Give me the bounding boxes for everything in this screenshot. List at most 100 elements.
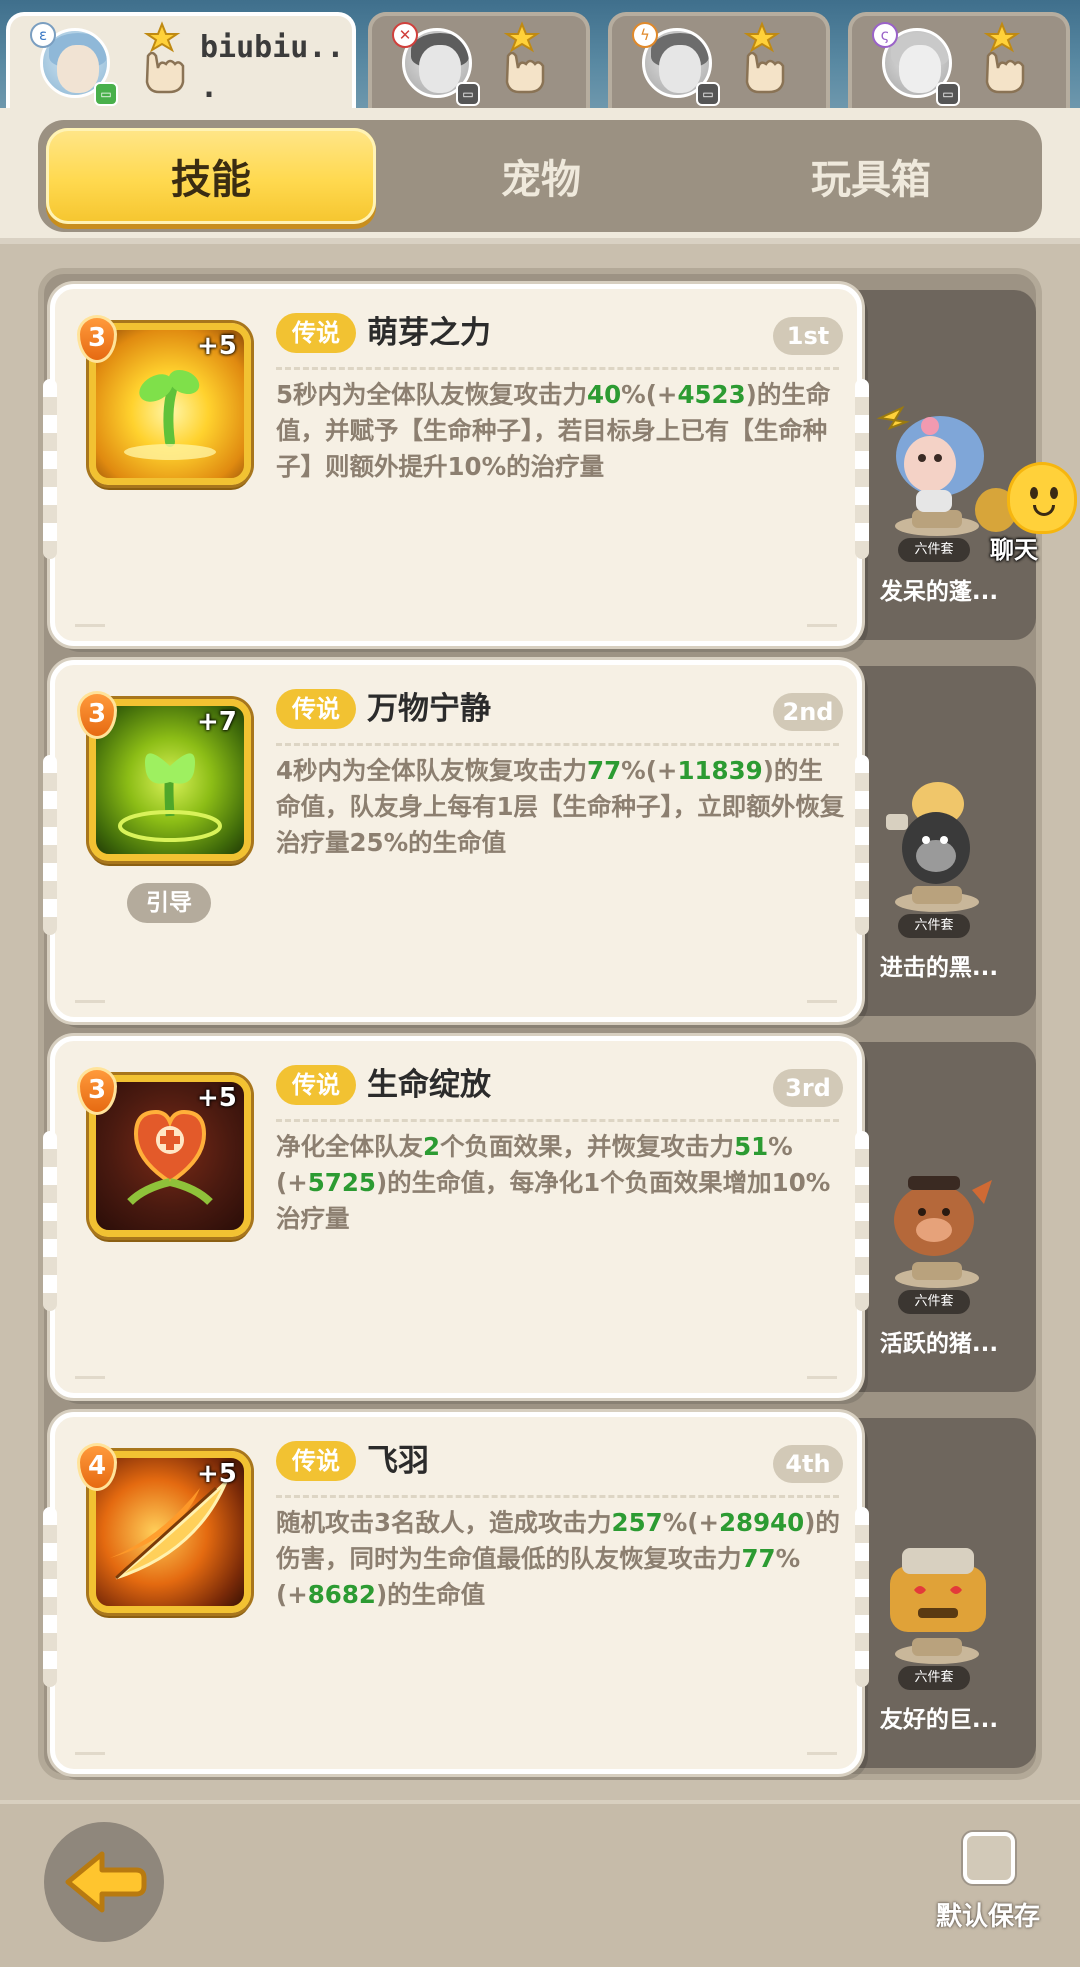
skill-card[interactable]: 4 +5 传说 飞羽 4th 随机攻击3名敌人，造成攻击力257%(+28940… xyxy=(43,1412,869,1774)
bottom-bar: 默认保存 xyxy=(0,1800,1080,1967)
rarity-tag: 传说 xyxy=(276,1065,356,1105)
divider xyxy=(276,743,839,746)
skill-title: 飞羽 xyxy=(367,1443,429,1479)
controller-icon: ▭ xyxy=(456,82,480,106)
divider xyxy=(276,367,839,370)
rank-badge: 1st xyxy=(773,317,843,355)
rank-badge: 2nd xyxy=(773,693,843,731)
skill-description: 随机攻击3名敌人，造成攻击力257%(+28940)的伤害，同时为生命值最低的队… xyxy=(276,1505,846,1613)
rarity-tag: 传说 xyxy=(276,1441,356,1481)
card-corner-deco xyxy=(807,609,837,627)
character-tab-3[interactable]: ϟ ▭ xyxy=(608,12,830,110)
character-name: biubiu.. . xyxy=(200,30,345,105)
skill-card[interactable]: 3 +7 引导 传说 万物宁静 2nd 4秒内为全体队友恢复攻击力77%(+11… xyxy=(43,660,869,1022)
chat-label[interactable]: 聊天 xyxy=(990,530,1038,565)
default-save-label: 默认保存 xyxy=(936,1902,1041,1932)
skill-card[interactable]: 3 +5 传说 萌芽之力 1st 5秒内为全体队友恢复攻击力40%(+4523)… xyxy=(43,284,869,646)
tab-pets[interactable]: 宠物 xyxy=(376,128,706,224)
skill-description: 5秒内为全体队友恢复攻击力40%(+4523)的生命值，并赋予【生命种子】，若目… xyxy=(276,377,846,485)
description-text: %(+ xyxy=(621,756,678,785)
character-tab-4[interactable]: ς ▭ xyxy=(848,12,1070,110)
skill-row: 六件套 活跃的猪... 3 +5 传说 生命绽放 3rd 净化全体队友2个负面效… xyxy=(43,1036,1036,1398)
pet-name: 友好的巨... xyxy=(879,1707,999,1733)
role-icon: ς xyxy=(872,22,898,48)
pet-name: 活跃的猪... xyxy=(879,1331,999,1357)
rank-badge: 3rd xyxy=(773,1069,843,1107)
value-highlight: 28940 xyxy=(718,1508,805,1537)
tap-hand-icon xyxy=(983,21,1025,94)
value-highlight: 8682 xyxy=(307,1580,376,1609)
value-highlight: 4523 xyxy=(677,380,746,409)
tap-hand-icon xyxy=(143,21,185,94)
description-text: 随机攻击3名敌人，造成攻击力 xyxy=(276,1508,612,1537)
set-tag: 六件套 xyxy=(898,914,970,938)
set-tag: 六件套 xyxy=(898,1666,970,1690)
skill-row: 六件套 进击的黑... 3 +7 引导 传说 万物宁静 2nd 4秒内为全体队友… xyxy=(43,660,1036,1022)
skill-card[interactable]: 3 +5 传说 生命绽放 3rd 净化全体队友2个负面效果，并恢复攻击力51%(… xyxy=(43,1036,869,1398)
back-button[interactable] xyxy=(44,1822,164,1942)
tap-hand-icon xyxy=(743,21,785,94)
description-text: 个负面效果，并恢复攻击力 xyxy=(440,1132,735,1161)
chat-smiley-icon[interactable] xyxy=(1007,462,1077,534)
set-tag: 六件套 xyxy=(898,538,970,562)
controller-icon: ▭ xyxy=(936,82,960,106)
role-icon: ϟ xyxy=(632,22,658,48)
value-highlight: 11839 xyxy=(677,756,763,785)
category-tab-strip: 技能 宠物 玩具箱 xyxy=(38,120,1042,232)
rank-badge: 4th xyxy=(773,1445,843,1483)
pet-name: 发呆的蓬... xyxy=(879,579,999,605)
skill-plus: +5 xyxy=(197,1459,237,1489)
value-highlight: 40 xyxy=(587,380,622,409)
card-corner-deco xyxy=(75,609,105,627)
skill-description: 净化全体队友2个负面效果，并恢复攻击力51%(+5725)的生命值，每净化1个负… xyxy=(276,1129,846,1237)
skill-title: 万物宁静 xyxy=(367,691,491,727)
value-highlight: 51 xyxy=(734,1132,769,1161)
skill-plus: +5 xyxy=(197,1083,237,1113)
value-highlight: 77 xyxy=(587,756,622,785)
pet-figure-icon xyxy=(890,1548,986,1664)
divider xyxy=(276,1495,839,1498)
character-tab-2[interactable]: ✕ ▭ xyxy=(368,12,590,110)
skill-row: 六件套 发呆的蓬... 3 +5 传说 萌芽之力 1st 5秒内为全体队友恢复攻… xyxy=(43,284,1036,646)
skill-title: 生命绽放 xyxy=(367,1067,491,1103)
description-text: 4秒内为全体队友恢复攻击力 xyxy=(276,756,588,785)
controller-icon: ▭ xyxy=(696,82,720,106)
card-corner-deco xyxy=(75,1361,105,1379)
controller-icon: ▭ xyxy=(94,82,118,106)
description-text: 净化全体队友 xyxy=(276,1132,423,1161)
tap-hand-icon xyxy=(503,21,545,94)
card-corner-deco xyxy=(807,1737,837,1755)
description-text: %(+ xyxy=(621,380,678,409)
rarity-tag: 传说 xyxy=(276,689,356,729)
description-text: %(+ xyxy=(662,1508,719,1537)
card-corner-deco xyxy=(807,985,837,1003)
card-corner-deco xyxy=(75,985,105,1003)
rarity-tag: 传说 xyxy=(276,313,356,353)
character-tab-1[interactable]: ε ▭ biubiu.. . xyxy=(6,12,356,110)
pet-name: 进击的黑... xyxy=(879,955,999,981)
default-save-checkbox[interactable] xyxy=(963,1832,1015,1884)
description-text: )的生命值 xyxy=(375,1580,486,1609)
skill-description: 4秒内为全体队友恢复攻击力77%(+11839)的生命值，队友身上每有1层【生命… xyxy=(276,753,846,861)
tab-skills[interactable]: 技能 xyxy=(46,128,376,224)
card-corner-deco xyxy=(807,1361,837,1379)
value-highlight: 77 xyxy=(741,1544,776,1573)
back-arrow-icon xyxy=(65,1851,147,1913)
skill-list: 六件套 发呆的蓬... 3 +5 传说 萌芽之力 1st 5秒内为全体队友恢复攻… xyxy=(38,268,1042,1780)
value-highlight: 257 xyxy=(611,1508,663,1537)
value-highlight: 2 xyxy=(423,1132,441,1161)
skill-plus: +5 xyxy=(197,331,237,361)
pet-figure-icon xyxy=(894,1176,992,1288)
description-text: 5秒内为全体队友恢复攻击力 xyxy=(276,380,588,409)
tab-toybox[interactable]: 玩具箱 xyxy=(706,128,1036,224)
role-icon: ε xyxy=(30,22,56,48)
set-tag: 六件套 xyxy=(898,1290,970,1314)
card-corner-deco xyxy=(75,1737,105,1755)
divider xyxy=(276,1119,839,1122)
category-header: 技能 宠物 玩具箱 xyxy=(0,108,1080,244)
pet-figure-icon xyxy=(886,782,979,912)
skill-plus: +7 xyxy=(197,707,237,737)
role-icon: ✕ xyxy=(392,22,418,48)
skill-row: 六件套 友好的巨... 4 +5 传说 飞羽 4th 随机攻击3名敌人，造成攻击… xyxy=(43,1412,1036,1774)
skill-title: 萌芽之力 xyxy=(367,315,491,351)
